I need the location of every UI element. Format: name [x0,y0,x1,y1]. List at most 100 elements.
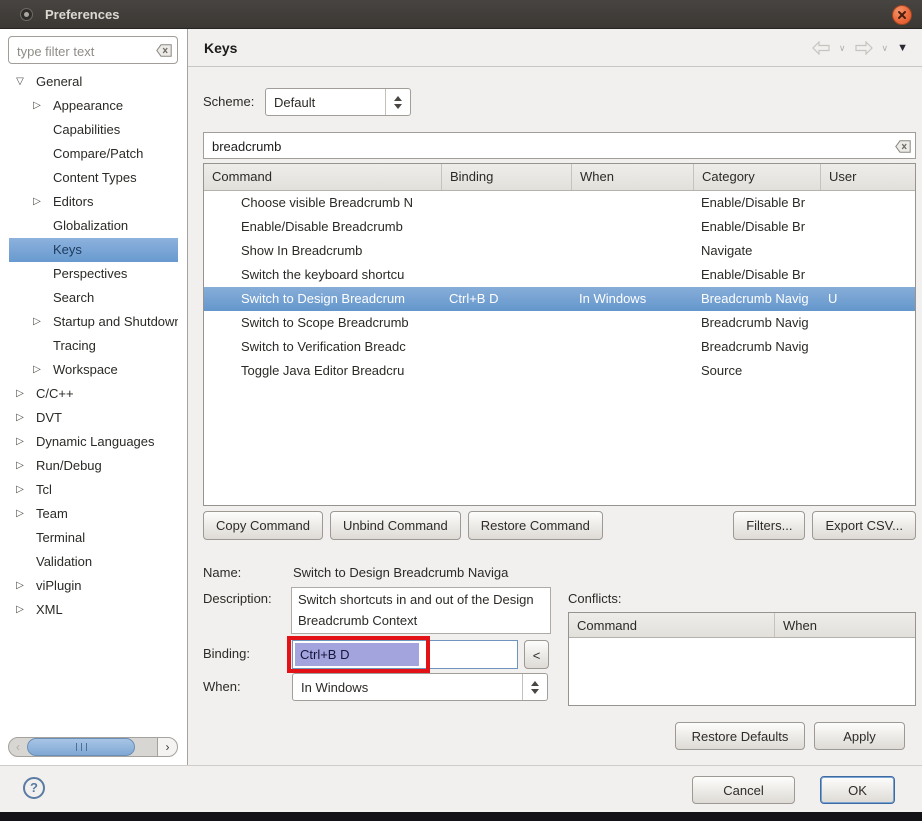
column-header-category[interactable]: Category [693,164,820,190]
unbind-command-button[interactable]: Unbind Command [330,511,461,540]
conflicts-column-command[interactable]: Command [569,613,774,637]
apply-button[interactable]: Apply [814,722,905,750]
cancel-button[interactable]: Cancel [692,776,795,804]
scrollbar-grip-icon [76,743,87,751]
binding-label: Binding: [203,646,250,661]
expander-collapsed-icon[interactable]: ▷ [30,190,44,214]
sidebar-item-startup-and-shutdown[interactable]: ▷Startup and Shutdown [9,310,178,334]
title-bar[interactable]: Preferences [0,0,922,29]
expander-collapsed-icon[interactable]: ▷ [13,406,27,430]
expander-collapsed-icon[interactable]: ▷ [13,502,27,526]
window-title: Preferences [45,0,119,29]
when-value: In Windows [293,680,522,695]
sidebar-item-tracing[interactable]: Tracing [9,334,178,358]
table-actions: Copy Command Unbind Command Restore Comm… [203,511,916,540]
sidebar: ▽General ▷Appearance Capabilities Compar… [0,29,188,765]
combo-spinner-icon[interactable] [522,674,547,700]
expander-collapsed-icon[interactable]: ▷ [30,310,44,334]
combo-spinner-icon[interactable] [385,89,410,115]
key-bindings-table: Command Binding When Category User Choos… [203,163,916,506]
table-row[interactable]: Enable/Disable BreadcrumbEnable/Disable … [204,215,915,239]
copy-command-button[interactable]: Copy Command [203,511,323,540]
sidebar-item-workspace[interactable]: ▷Workspace [9,358,178,382]
sidebar-item-appearance[interactable]: ▷Appearance [9,94,178,118]
sidebar-item-c-cpp[interactable]: ▷C/C++ [9,382,178,406]
column-header-command[interactable]: Command [204,164,441,190]
ok-button[interactable]: OK [820,776,895,804]
binding-selected-text: Ctrl+B D [295,643,419,666]
sidebar-item-compare-patch[interactable]: Compare/Patch [9,142,178,166]
sidebar-item-viplugin[interactable]: ▷viPlugin [9,574,178,598]
restore-defaults-button[interactable]: Restore Defaults [675,722,805,750]
conflicts-table: Command When [568,612,916,706]
table-row[interactable]: Switch the keyboard shortcuEnable/Disabl… [204,263,915,287]
binding-history-button[interactable]: < [524,640,549,669]
expander-collapsed-icon[interactable]: ▷ [13,430,27,454]
expander-collapsed-icon[interactable]: ▷ [30,94,44,118]
conflicts-column-when[interactable]: When [774,613,915,637]
filter-input[interactable] [15,39,154,63]
expander-collapsed-icon[interactable]: ▷ [30,358,44,382]
table-row[interactable]: Toggle Java Editor BreadcruSource [204,359,915,383]
expander-collapsed-icon[interactable]: ▷ [13,454,27,478]
restore-command-button[interactable]: Restore Command [468,511,603,540]
page-nav-icons: ∨ ∨ ▼ [812,29,908,67]
expander-collapsed-icon[interactable]: ▷ [13,478,27,502]
sidebar-item-tcl[interactable]: ▷Tcl [9,478,178,502]
sidebar-item-perspectives[interactable]: Perspectives [9,262,178,286]
scrollbar-thumb[interactable] [27,738,135,756]
close-button[interactable] [892,5,912,25]
sidebar-item-search[interactable]: Search [9,286,178,310]
expander-collapsed-icon[interactable]: ▷ [13,598,27,622]
name-label: Name: [203,565,241,580]
table-row[interactable]: Switch to Verification BreadcBreadcrumb … [204,335,915,359]
export-csv-button[interactable]: Export CSV... [812,511,916,540]
window-icon [20,8,33,21]
expander-expanded-icon[interactable]: ▽ [13,70,27,94]
description-label: Description: [203,591,272,606]
scroll-right-icon[interactable]: › [157,738,177,756]
forward-history-chevron-icon[interactable]: ∨ [882,43,889,54]
help-icon[interactable]: ? [23,777,45,799]
sidebar-horizontal-scrollbar[interactable]: ‹ › [8,737,178,757]
column-header-when[interactable]: When [571,164,693,190]
preferences-tree: ▽General ▷Appearance Capabilities Compar… [9,70,178,675]
sidebar-item-capabilities[interactable]: Capabilities [9,118,178,142]
expander-collapsed-icon[interactable]: ▷ [13,574,27,598]
sidebar-item-xml[interactable]: ▷XML [9,598,178,622]
when-select[interactable]: In Windows [292,673,548,701]
expander-collapsed-icon[interactable]: ▷ [13,382,27,406]
filters-button[interactable]: Filters... [733,511,805,540]
back-history-chevron-icon[interactable]: ∨ [839,43,846,54]
sidebar-item-general[interactable]: ▽General [9,70,178,94]
description-box: Switch shortcuts in and out of the Desig… [291,587,551,634]
back-arrow-icon[interactable] [812,41,830,55]
sidebar-item-dvt[interactable]: ▷DVT [9,406,178,430]
scroll-left-icon[interactable]: ‹ [9,738,27,756]
sidebar-item-team[interactable]: ▷Team [9,502,178,526]
table-row[interactable]: Show In BreadcrumbNavigate [204,239,915,263]
sidebar-item-dynamic-languages[interactable]: ▷Dynamic Languages [9,430,178,454]
when-label: When: [203,679,241,694]
scheme-select[interactable]: Default [265,88,411,116]
table-row[interactable]: Choose visible Breadcrumb NEnable/Disabl… [204,191,915,215]
binding-input[interactable]: Ctrl+B D [292,640,518,669]
table-row-selected[interactable]: Switch to Design BreadcrumCtrl+B DIn Win… [204,287,915,311]
sidebar-item-globalization[interactable]: Globalization [9,214,178,238]
scheme-label: Scheme: [203,88,254,116]
clear-search-icon[interactable] [895,140,911,156]
forward-arrow-icon[interactable] [855,41,873,55]
column-header-user[interactable]: User [820,164,915,190]
sidebar-item-keys[interactable]: Keys [9,238,178,262]
column-header-binding[interactable]: Binding [441,164,571,190]
sidebar-item-validation[interactable]: Validation [9,550,178,574]
sidebar-item-run-debug[interactable]: ▷Run/Debug [9,454,178,478]
table-row[interactable]: Switch to Scope BreadcrumbBreadcrumb Nav… [204,311,915,335]
command-filter-input[interactable] [210,135,884,158]
sidebar-item-editors[interactable]: ▷Editors [9,190,178,214]
dialog-footer: ? Cancel OK [0,765,922,812]
sidebar-item-terminal[interactable]: Terminal [9,526,178,550]
clear-filter-icon[interactable] [156,44,172,60]
view-menu-icon[interactable]: ▼ [897,42,908,54]
sidebar-item-content-types[interactable]: Content Types [9,166,178,190]
